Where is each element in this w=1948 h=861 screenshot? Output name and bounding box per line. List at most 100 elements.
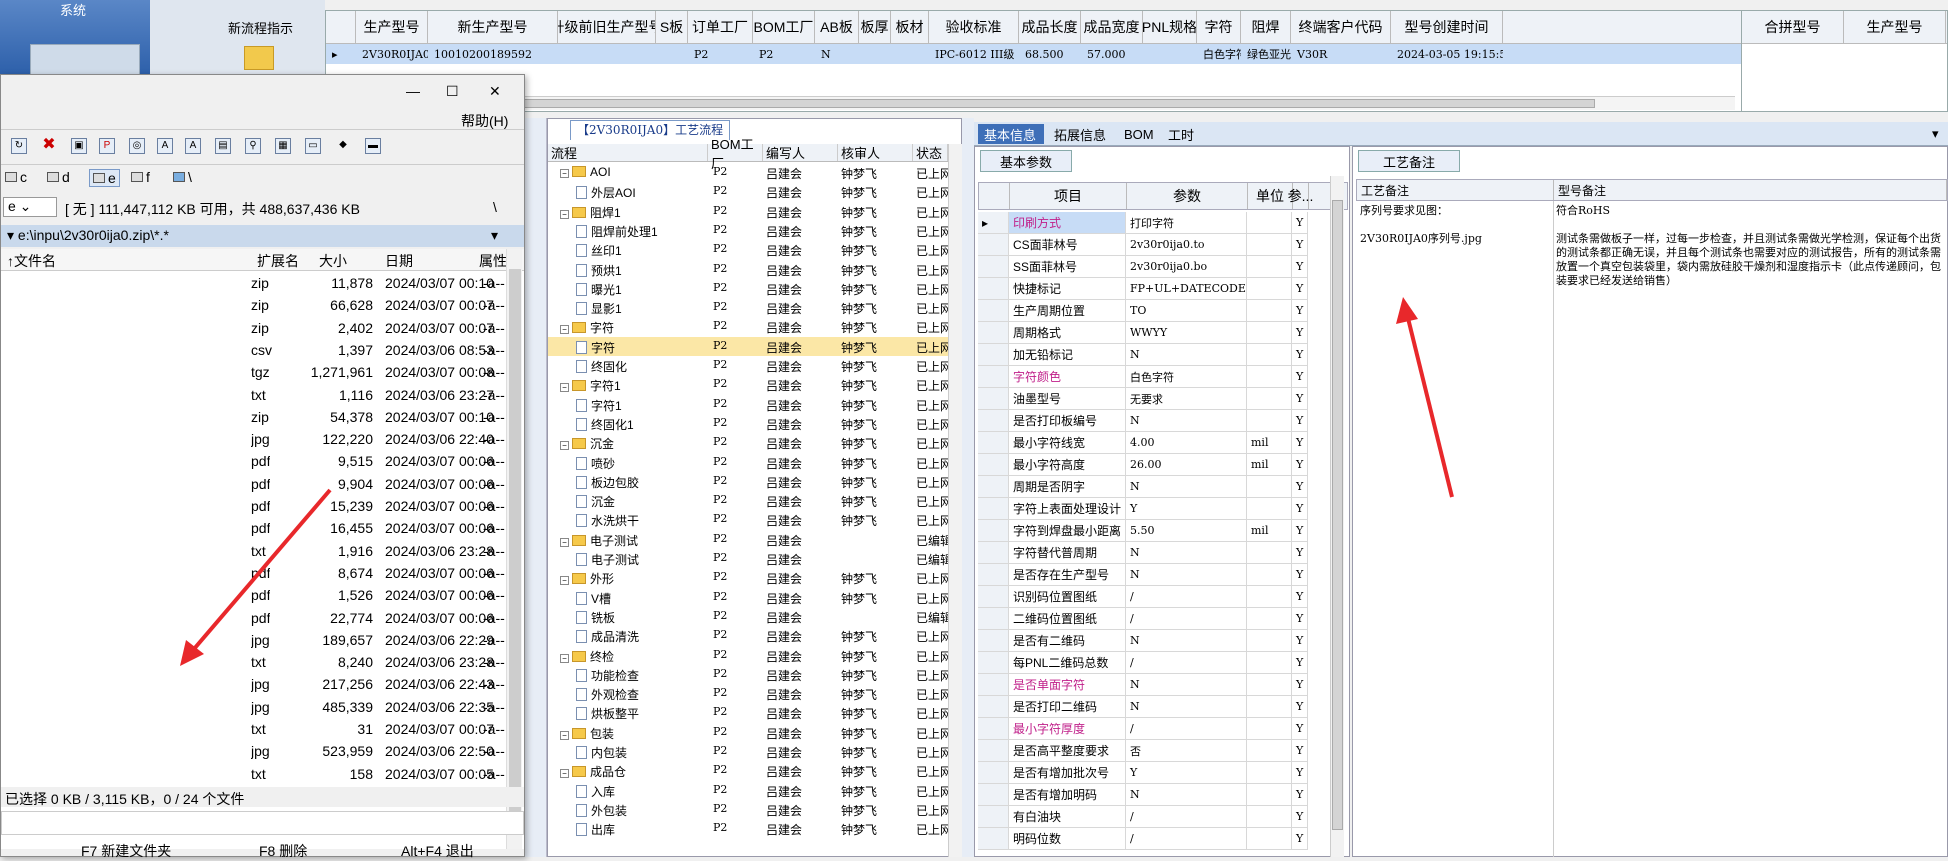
order-cell[interactable]: N xyxy=(815,44,859,64)
path-menu-icon[interactable]: ▾ xyxy=(491,227,498,244)
function-key[interactable]: Alt+F4 退出 xyxy=(401,841,474,861)
flow-row[interactable]: 出库 P2 吕建会 钟梦飞 已上网 xyxy=(548,819,952,838)
order-col-header[interactable]: 字符 xyxy=(1197,11,1241,43)
flow-row[interactable]: 沉金 P2 吕建会 钟梦飞 已上网 xyxy=(548,491,952,510)
collapse-icon[interactable]: − xyxy=(560,576,569,586)
order-col-header[interactable]: 成品宽度 xyxy=(1081,11,1143,43)
image-icon[interactable]: ▦ xyxy=(275,138,291,154)
file-row[interactable]: 2v30r0ija_filmzip66,6282024/03/07 00:07-… xyxy=(23,295,505,316)
flow-row[interactable]: − 字符 P2 吕建会 钟梦飞 已上网 xyxy=(548,317,952,336)
flow-node[interactable]: − 字符1 xyxy=(560,377,621,394)
flow-node[interactable]: − 终检 xyxy=(560,648,614,665)
param-row[interactable]: 字符上表面处理设计 Y Y xyxy=(978,498,1308,520)
collapse-icon[interactable]: − xyxy=(560,169,569,178)
param-value[interactable]: 5.50 xyxy=(1126,520,1247,541)
flow-node[interactable]: − 成品仓 xyxy=(560,763,626,780)
flow-node[interactable]: 沉金 xyxy=(576,493,615,510)
drive-select[interactable]: e ⌄ xyxy=(3,197,57,217)
archive-icon[interactable]: ▣ xyxy=(71,138,87,154)
order-grid-row[interactable]: ▸ 2V30R0IJA0 10010200189592 P2 P2 N IPC-6012 I… xyxy=(326,44,1746,64)
flow-node[interactable]: 出库 xyxy=(576,821,615,838)
maximize-icon[interactable]: ☐ xyxy=(446,83,459,100)
order-col-header[interactable]: 成品长度 xyxy=(1019,11,1081,43)
flow-row[interactable]: − 电子测试 P2 吕建会 已编辑 xyxy=(548,530,952,549)
file-col-header[interactable]: 大小 xyxy=(319,251,347,271)
order-cell[interactable] xyxy=(558,44,656,64)
file-row[interactable]: 2v30r0ija0通知产品工程部..txt312024/03/07 00:07… xyxy=(23,719,505,740)
flow-node[interactable]: V槽 xyxy=(576,590,611,607)
file-row[interactable]: 2v30r0ija_pastezip2,4022024/03/07 00:07-… xyxy=(23,318,505,339)
flow-row[interactable]: − 外形 P2 吕建会 钟梦飞 已上网 xyxy=(548,568,952,587)
file-col-header[interactable]: 属性 xyxy=(479,251,507,271)
flow-row[interactable]: 喷砂 P2 吕建会 钟梦飞 已上网 xyxy=(548,453,952,472)
order-cell[interactable]: 2024-03-05 19:15:51 xyxy=(1391,44,1503,64)
param-row[interactable]: 周期是否阴字 N Y xyxy=(978,476,1308,498)
flow-node[interactable]: 内包装 xyxy=(576,744,627,761)
file-row[interactable]: 2v30r0ija0txt1,1162024/03/06 23:27-a-- xyxy=(23,385,505,406)
drive-button[interactable]: d xyxy=(47,169,70,185)
param-row[interactable]: 是否存在生产型号 N Y xyxy=(978,564,1308,586)
param-row[interactable]: 字符颜色 白色字符 Y xyxy=(978,366,1308,388)
scroll-thumb[interactable] xyxy=(345,99,1595,108)
param-row[interactable]: 二维码位置图纸 / Y xyxy=(978,608,1308,630)
param-row[interactable]: 是否高平整度要求否 Y xyxy=(978,740,1308,762)
model-notes-text[interactable]: 符合RoHS 测试条需做板子一样，过每一步检查，并且测试条需做光学检测，保证每个出… xyxy=(1556,204,1941,288)
file-row[interactable]: 2v30r0ija0_cs_最小线宽10..pdf15,2392024/03/0… xyxy=(23,496,505,517)
basic-params-tab[interactable]: 基本参数 xyxy=(980,150,1072,172)
flow-node[interactable]: 阻焊前处理1 xyxy=(576,223,658,240)
param-row[interactable]: 明码位数 / Y xyxy=(978,828,1308,850)
param-row[interactable]: 周期格式 WWYY Y xyxy=(978,322,1308,344)
file-col-header[interactable]: ↑文件名 xyxy=(7,251,56,271)
collapse-icon[interactable]: − xyxy=(560,441,569,451)
flow-row[interactable]: 成品清洗 P2 吕建会 钟梦飞 已上网 xyxy=(548,626,952,645)
drive-button[interactable]: c xyxy=(5,169,27,185)
flow-node[interactable]: 烘板整平 xyxy=(576,705,639,722)
param-value[interactable]: 4.00 xyxy=(1126,432,1247,453)
order-cell[interactable] xyxy=(656,44,688,64)
param-row[interactable]: 字符替代普周期 N Y xyxy=(978,542,1308,564)
pdf-icon[interactable]: P xyxy=(99,138,115,154)
flow-row[interactable]: 终固化1 P2 吕建会 钟梦飞 已上网 xyxy=(548,414,952,433)
flow-row[interactable]: 终固化 P2 吕建会 钟梦飞 已上网 xyxy=(548,356,952,375)
flow-row[interactable]: 铣板 P2 吕建会 已编辑 xyxy=(548,607,952,626)
order-cell[interactable] xyxy=(859,44,891,64)
flow-node[interactable]: − 包装 xyxy=(560,725,614,742)
collapse-icon[interactable]: − xyxy=(560,383,569,393)
param-row[interactable]: 加无铅标记 N Y xyxy=(978,344,1308,366)
file-row[interactable]: 2V30R0IJA0序列号jpg523,9592024/03/06 22:50-… xyxy=(23,741,505,762)
param-value[interactable]: 2v30r0ija0.to xyxy=(1126,234,1247,255)
param-value[interactable]: / xyxy=(1126,586,1247,607)
flow-row[interactable]: − 沉金 P2 吕建会 钟梦飞 已上网 xyxy=(548,433,952,452)
order-col-header[interactable]: AB板 xyxy=(815,11,859,43)
flow-row[interactable]: 丝印1 P2 吕建会 钟梦飞 已上网 xyxy=(548,240,952,259)
param-row[interactable]: 是否有增加明码 N Y xyxy=(978,784,1308,806)
flow-row[interactable]: 外层AOI P2 吕建会 钟梦飞 已上网 xyxy=(548,182,952,201)
tree-icon[interactable]: ⚲ xyxy=(245,138,261,154)
file-row[interactable]: 2v30r0ija0zip54,3782024/03/07 00:10-a-- xyxy=(23,407,505,428)
param-row[interactable]: 是否有二维码 N Y xyxy=(978,630,1308,652)
file-row[interactable]: 2v30r0ija0_跳V槽pdf22,7742024/03/07 00:06-… xyxy=(23,608,505,629)
mid-splitter[interactable] xyxy=(962,118,974,857)
file-row[interactable]: 2V30R0IJA0 外层测试条线..jpg122,2202024/03/06 … xyxy=(23,429,505,450)
param-col-header[interactable]: 单位 xyxy=(1248,183,1293,209)
process-flow-tab[interactable]: 【2V30R0IJA0】工艺流程 xyxy=(570,120,731,140)
order-col-header[interactable]: 新生产型号 xyxy=(428,11,558,43)
param-row[interactable]: 最小字符线宽 4.00 mil Y xyxy=(978,432,1308,454)
param-value[interactable]: N xyxy=(1126,630,1247,651)
param-value[interactable]: N xyxy=(1126,542,1247,563)
param-value[interactable]: / xyxy=(1126,828,1247,849)
merge-col-header[interactable]: 生产型号 xyxy=(1844,11,1946,43)
flow-node[interactable]: 入库 xyxy=(576,783,615,800)
file-row[interactable]: #2V30R0IJA0zip11,8782024/03/07 00:10-a-- xyxy=(23,273,505,294)
order-col-header[interactable]: 升级前旧生产型号 xyxy=(558,11,656,43)
param-value[interactable]: 否 xyxy=(1126,740,1247,761)
param-value[interactable]: TO xyxy=(1126,300,1247,321)
file-row[interactable]: 2V30R0IJA0提供给客户的..jpg485,3392024/03/06 2… xyxy=(23,697,505,718)
param-row[interactable]: 油墨型号 无要求 Y xyxy=(978,388,1308,410)
param-value[interactable]: N xyxy=(1126,564,1247,585)
file-col-header[interactable]: 扩展名 xyxy=(257,251,299,271)
shield-icon[interactable]: ◆ xyxy=(335,138,351,154)
param-col-header[interactable]: 项目 xyxy=(1010,183,1127,209)
order-cell[interactable]: 57.000 xyxy=(1081,44,1143,64)
param-value[interactable]: 打印字符 xyxy=(1126,212,1247,233)
